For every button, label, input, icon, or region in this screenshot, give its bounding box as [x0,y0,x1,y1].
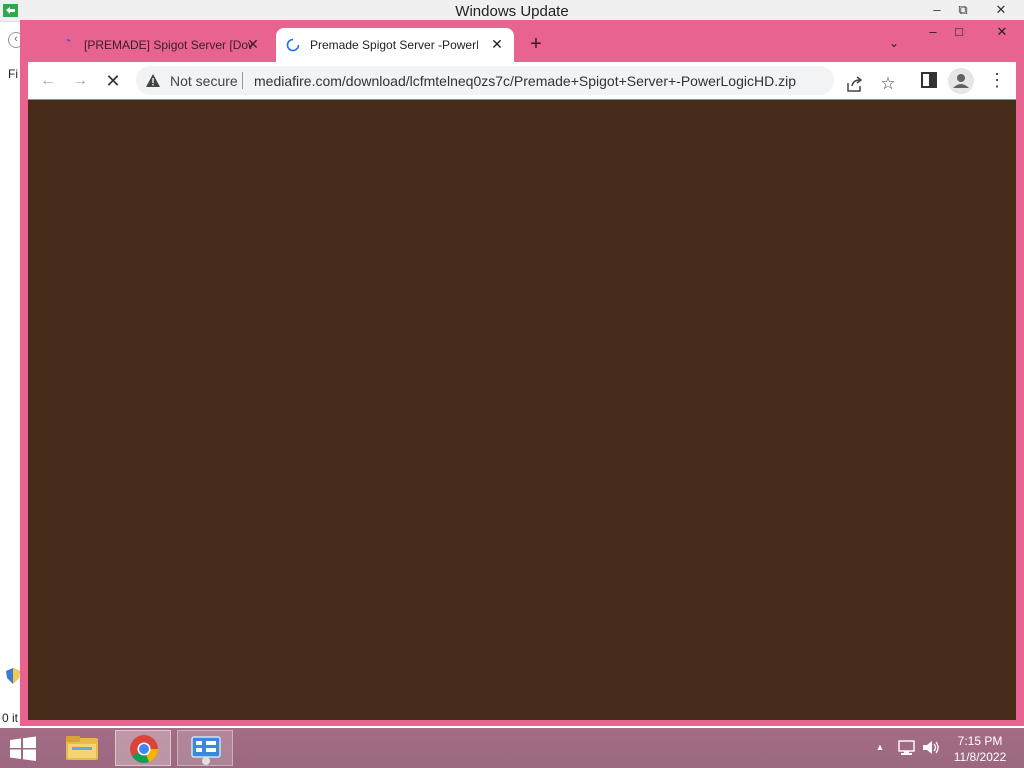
bg-restore-button[interactable]: ⧉ [950,0,976,20]
warning-icon[interactable] [146,74,160,87]
back-arrow-icon[interactable]: ← [38,71,58,91]
volume-icon[interactable] [922,739,940,756]
windows-update-title: Windows Update [455,3,569,20]
more-menu-icon[interactable]: ⋮ [988,70,1006,92]
tab-search-chevron-icon[interactable]: ⌄ [886,36,902,52]
taskbar-control-panel[interactable] [177,730,233,766]
bg-minimize-button[interactable]: – [924,0,950,20]
profile-avatar-icon[interactable] [948,68,974,94]
chrome-icon [130,735,158,763]
windows-start-icon[interactable] [8,736,38,761]
side-panel-icon[interactable] [921,72,937,88]
bg-close-button[interactable]: ✕ [988,0,1014,20]
folder-icon [66,736,98,760]
network-icon[interactable] [898,739,915,756]
omnibox-divider [242,72,243,89]
clock-date[interactable]: 11/8/2022 [945,750,1015,764]
bg-menu-file[interactable]: Fi [8,67,18,81]
tab-title: [PREMADE] Spigot Server [Download] [84,38,252,52]
chrome-window: [PREMADE] Spigot Server [Download] ✕ Pre… [20,20,1024,726]
loading-spinner-icon [286,38,300,52]
tab-close-icon[interactable]: ✕ [490,36,504,53]
tab-premade-spigot-powerlogic[interactable]: Premade Spigot Server -PowerLogicHD ✕ [276,28,514,62]
close-button[interactable]: ✕ [980,22,1024,42]
taskbar-file-explorer[interactable] [54,730,110,766]
new-tab-button[interactable]: + [526,34,546,54]
tab-strip[interactable]: [PREMADE] Spigot Server [Download] ✕ Pre… [20,20,1024,62]
tray-overflow-chevron-icon[interactable]: ▲ [875,742,885,752]
windows-update-titlebar[interactable]: Windows Update – ⧉ ✕ [0,0,1024,22]
stop-loading-icon[interactable]: ✕ [103,71,123,91]
browser-toolbar: ← → ✕ Not secure mediafire.com/download/… [28,62,1016,99]
loading-favicon-icon [66,39,71,42]
bookmark-star-icon[interactable]: ☆ [878,74,898,94]
maximize-button[interactable]: □ [944,22,974,42]
forward-arrow-icon[interactable]: → [70,71,90,91]
taskbar-google-chrome[interactable] [115,730,171,766]
clock-time[interactable]: 7:15 PM [945,734,1015,748]
tab-close-icon[interactable]: ✕ [246,36,260,53]
tab-premade-spigot-download[interactable]: [PREMADE] Spigot Server [Download] ✕ [50,28,270,62]
url-text[interactable]: mediafire.com/download/lcfmtelneq0zs7c/P… [254,73,814,89]
tab-title: Premade Spigot Server -PowerLogicHD [310,38,478,52]
page-viewport[interactable] [28,100,1016,720]
share-icon[interactable] [846,75,864,93]
shield-icon [6,668,20,684]
bg-status-text: 0 it [2,711,19,725]
taskbar: ▲ 7:15 PM 11/8/2022 [0,728,1024,768]
control-panel-icon [191,736,221,765]
address-bar[interactable]: Not secure mediafire.com/download/lcfmte… [136,66,896,95]
security-status-label[interactable]: Not secure [170,73,238,89]
